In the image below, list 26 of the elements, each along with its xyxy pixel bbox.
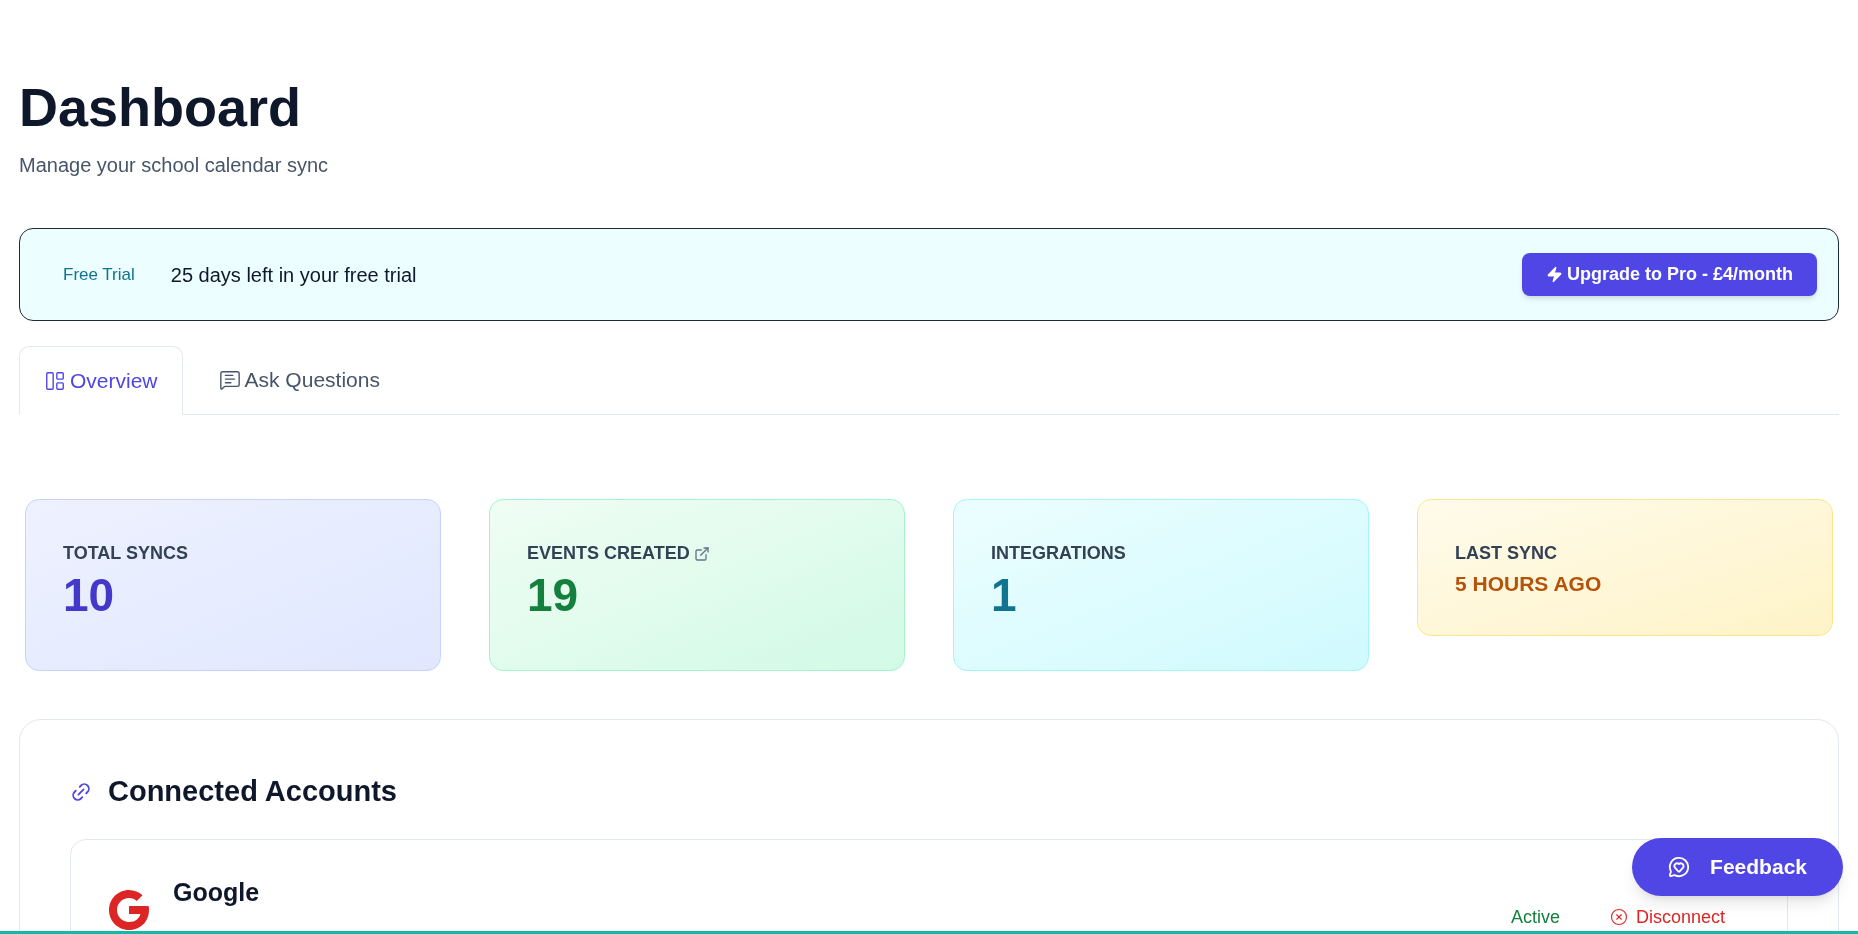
stat-value: 10 (63, 568, 115, 623)
chat-bubble-icon (218, 369, 241, 391)
stat-value: 5 HOURS AGO (1455, 571, 1602, 597)
trial-message: 25 days left in your free trial (170, 262, 417, 288)
stat-label: LAST SYNC (1455, 542, 1557, 565)
page-title: Dashboard (19, 80, 302, 134)
tab[interactable]: Ask Questions (182, 346, 416, 414)
layout-icon (44, 369, 66, 392)
close-icon (1609, 908, 1628, 926)
section-title: Connected Accounts (108, 774, 397, 809)
status-label: Active (1510, 905, 1560, 929)
lightning-icon (1546, 266, 1563, 283)
external-link-icon[interactable] (693, 545, 710, 562)
upgrade-button[interactable]: Upgrade to Pro - £4/month (1522, 253, 1817, 296)
stat-label: TOTAL SYNCS (63, 542, 188, 565)
stat-label: EVENTS CREATED (527, 542, 690, 565)
disconnect-button[interactable]: Disconnect (1609, 903, 1725, 931)
stat-value: 19 (527, 568, 579, 623)
account-name: Google (173, 876, 260, 908)
feedback-button[interactable]: Feedback (1632, 838, 1843, 896)
stat-label: INTEGRATIONS (991, 542, 1126, 565)
trial-label: Free Trial (63, 263, 135, 286)
chat-heart-icon (1668, 856, 1691, 878)
stat-value: 1 (991, 568, 1017, 623)
tab[interactable]: Overview (19, 346, 183, 415)
page-subtitle: Manage your school calendar sync (19, 153, 329, 178)
